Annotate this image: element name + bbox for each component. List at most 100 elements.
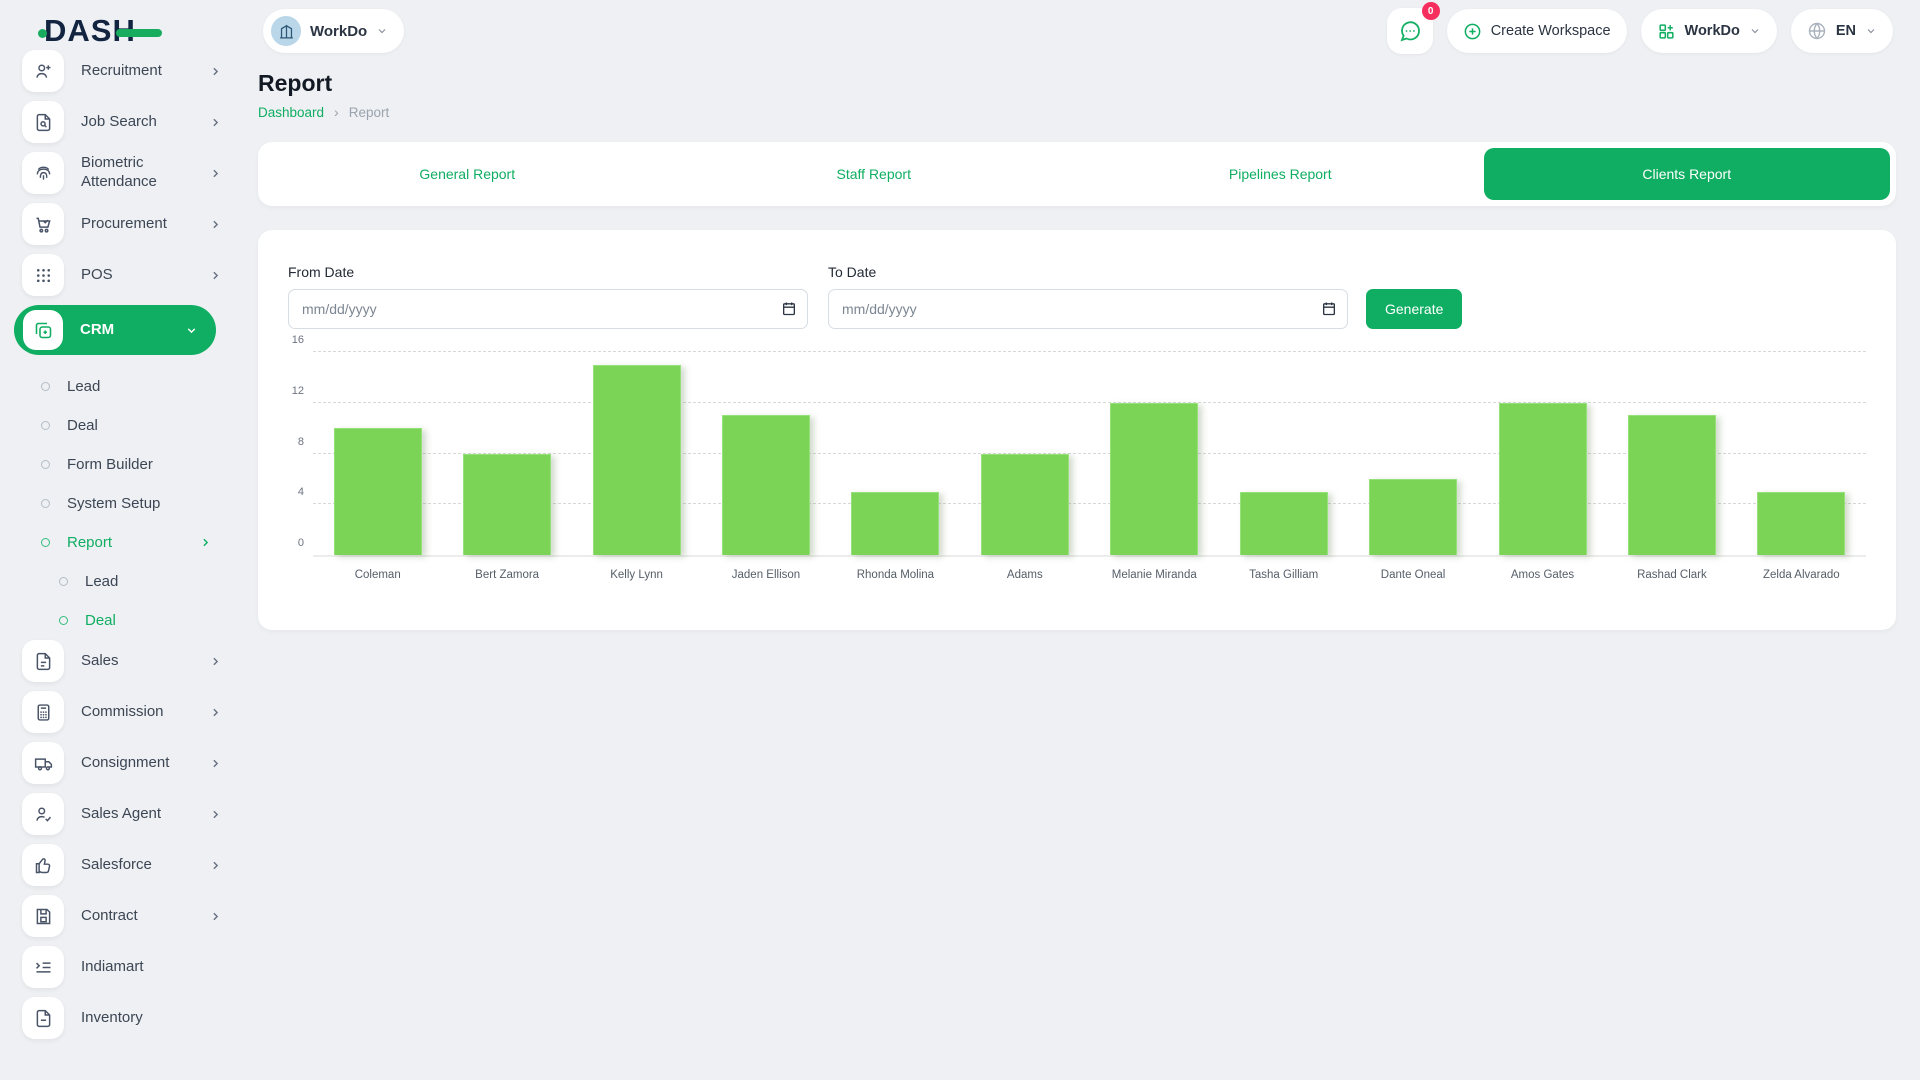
- workspace-name: WorkDo: [310, 23, 367, 40]
- sidebar-item-indiamart[interactable]: Indiamart: [0, 946, 230, 988]
- bullet-circle-icon: [59, 577, 68, 586]
- sidebar-subitem-label: Deal: [67, 417, 98, 434]
- tab-staff-report[interactable]: Staff Report: [671, 148, 1078, 200]
- bar-tasha-gilliam[interactable]: [1240, 492, 1328, 555]
- chevron-right-icon: [209, 218, 222, 231]
- bar-amos-gates[interactable]: [1499, 403, 1587, 555]
- messages-button[interactable]: 0: [1387, 8, 1433, 54]
- truck-icon: [22, 742, 64, 784]
- bar-slot: [1737, 352, 1866, 555]
- sidebar-subitem-lead[interactable]: Lead: [0, 562, 230, 601]
- bar-jaden-ellison[interactable]: [722, 415, 810, 555]
- sidebar-item-commission[interactable]: Commission: [0, 691, 230, 733]
- main-content: Report Dashboard › Report General Report…: [258, 62, 1896, 630]
- sidebar-item-biometric-attendance[interactable]: Biometric Attendance: [0, 152, 230, 194]
- sidebar-item-label: CRM: [80, 321, 168, 340]
- generate-button[interactable]: Generate: [1366, 289, 1462, 329]
- chevron-right-icon: [209, 167, 222, 180]
- sidebar-subitem-lead[interactable]: Lead: [0, 367, 230, 406]
- chart-category-labels: ColemanBert ZamoraKelly LynnJaden Elliso…: [313, 569, 1866, 581]
- sidebar-item-inventory[interactable]: Inventory: [0, 997, 230, 1039]
- sidebar-subitem-label: System Setup: [67, 495, 160, 512]
- sidebar-item-label: Salesforce: [81, 856, 192, 875]
- tab-pipelines-report[interactable]: Pipelines Report: [1077, 148, 1484, 200]
- sidebar-item-label: Commission: [81, 703, 192, 722]
- bar-adams[interactable]: [981, 454, 1069, 556]
- x-axis-category-label: Jaden Ellison: [701, 569, 830, 581]
- sidebar-item-job-search[interactable]: Job Search: [0, 101, 230, 143]
- x-axis-category-label: Kelly Lynn: [572, 569, 701, 581]
- to-date-label: To Date: [828, 264, 1348, 280]
- tab-clients-report[interactable]: Clients Report: [1484, 148, 1891, 200]
- sidebar-subitem-form-builder[interactable]: Form Builder: [0, 445, 230, 484]
- chevron-right-icon: [209, 859, 222, 872]
- bar-slot: [1607, 352, 1736, 555]
- sidebar-item-sales-agent[interactable]: Sales Agent: [0, 793, 230, 835]
- sidebar-item-sales[interactable]: Sales: [0, 640, 230, 682]
- person-plus-icon: [22, 50, 64, 92]
- grid-dots-icon: [22, 254, 64, 296]
- grid-plus-icon: [1657, 22, 1676, 41]
- bullet-circle-icon: [41, 538, 50, 547]
- sidebar-subitem-system-setup[interactable]: System Setup: [0, 484, 230, 523]
- cart-icon: [22, 203, 64, 245]
- document-icon: [22, 640, 64, 682]
- chevron-right-icon: [209, 757, 222, 770]
- sidebar-subitem-deal[interactable]: Deal: [0, 406, 230, 445]
- bar-rashad-clark[interactable]: [1628, 415, 1716, 555]
- sidebar-item-label: Consignment: [81, 754, 192, 773]
- bullet-circle-icon: [41, 421, 50, 430]
- y-axis-tick-label: 12: [292, 385, 304, 397]
- bar-slot: [1348, 352, 1477, 555]
- bar-rhonda-molina[interactable]: [851, 492, 939, 555]
- sidebar-item-contract[interactable]: Contract: [0, 895, 230, 937]
- y-axis-tick-label: 0: [298, 537, 304, 549]
- bar-melanie-miranda[interactable]: [1110, 403, 1198, 555]
- bar-kelly-lynn[interactable]: [593, 365, 681, 555]
- from-date-label: From Date: [288, 264, 808, 280]
- sidebar-item-pos[interactable]: POS: [0, 254, 230, 296]
- sidebar: DASH Recruitment Job Search Biometric Atte…: [0, 0, 230, 1080]
- chevron-down-icon: [185, 324, 198, 337]
- bar-dante-oneal[interactable]: [1369, 479, 1457, 555]
- bar-bert-zamora[interactable]: [463, 454, 551, 556]
- to-date-input[interactable]: [828, 289, 1348, 329]
- chart-plot-area: 0481216: [313, 352, 1866, 557]
- breadcrumb-current: Report: [349, 105, 390, 120]
- chevron-down-icon: [376, 25, 388, 37]
- bar-slot: [442, 352, 571, 555]
- bar-zelda-alvarado[interactable]: [1757, 492, 1845, 555]
- app-logo[interactable]: DASH: [44, 12, 136, 50]
- sidebar-subitem-report[interactable]: Report: [0, 523, 230, 562]
- logo-accent-bar: [116, 29, 162, 37]
- messages-badge: 0: [1422, 2, 1440, 20]
- bar-slot: [313, 352, 442, 555]
- sidebar-subitem-label: Report: [67, 534, 112, 551]
- page-title: Report: [258, 70, 1896, 97]
- workspace-avatar-building-icon: [271, 16, 301, 46]
- sidebar-item-label: Sales: [81, 652, 192, 671]
- bar-coleman[interactable]: [334, 428, 422, 555]
- bullet-circle-icon: [41, 460, 50, 469]
- app-switcher[interactable]: WorkDo: [1641, 9, 1777, 53]
- sidebar-item-recruitment[interactable]: Recruitment: [0, 50, 230, 92]
- create-workspace-button[interactable]: Create Workspace: [1447, 9, 1627, 53]
- chat-bubble-icon: [1398, 19, 1422, 43]
- breadcrumb: Dashboard › Report: [258, 104, 1896, 120]
- workspace-selector[interactable]: WorkDo: [263, 9, 404, 53]
- language-selector[interactable]: EN: [1791, 9, 1893, 53]
- tab-general-report[interactable]: General Report: [264, 148, 671, 200]
- sidebar-item-crm[interactable]: CRM: [14, 305, 216, 355]
- sidebar-subitem-label: Form Builder: [67, 456, 153, 473]
- sidebar-item-procurement[interactable]: Procurement: [0, 203, 230, 245]
- app-switcher-label: WorkDo: [1685, 23, 1740, 39]
- from-date-input[interactable]: [288, 289, 808, 329]
- breadcrumb-separator: ›: [334, 104, 339, 120]
- sidebar-subitem-deal[interactable]: Deal: [0, 601, 230, 640]
- sidebar-item-label: Inventory: [81, 1009, 193, 1028]
- globe-icon: [1807, 21, 1827, 41]
- sidebar-item-label: Indiamart: [81, 958, 193, 977]
- sidebar-item-salesforce[interactable]: Salesforce: [0, 844, 230, 886]
- sidebar-item-consignment[interactable]: Consignment: [0, 742, 230, 784]
- breadcrumb-dashboard-link[interactable]: Dashboard: [258, 105, 324, 120]
